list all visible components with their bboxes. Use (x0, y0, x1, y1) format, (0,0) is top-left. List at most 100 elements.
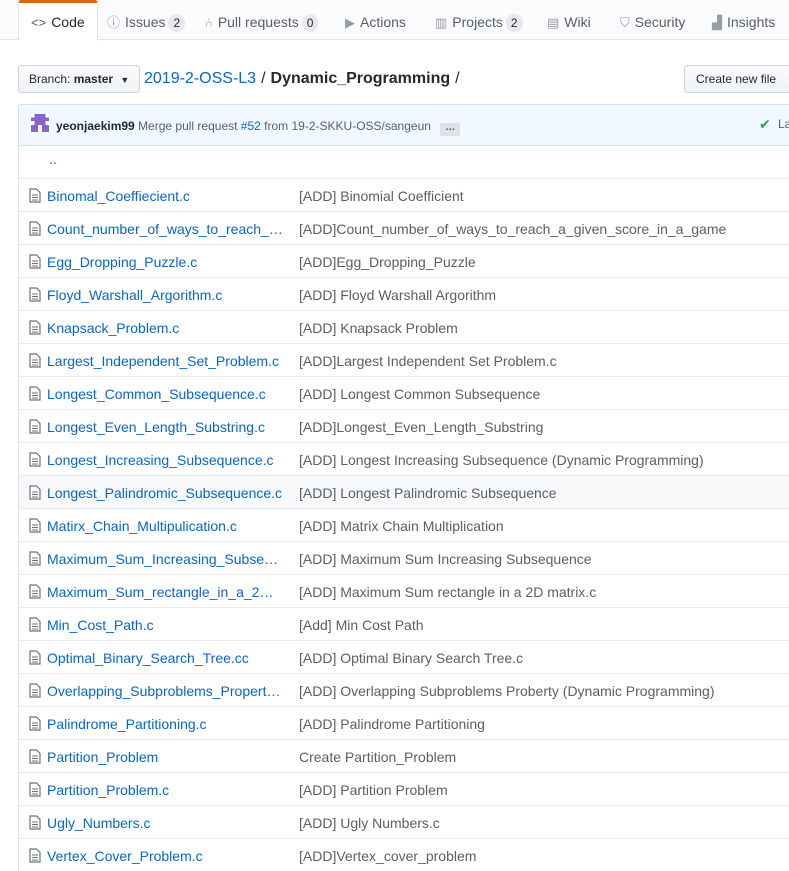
file-row[interactable]: Min_Cost_Path.c [Add] Min Cost Path (19, 607, 789, 640)
commit-message-link[interactable]: [ADD] Matrix Chain Multiplication (299, 517, 504, 535)
commit-message-link[interactable]: [ADD] Knapsack Problem (299, 319, 458, 337)
file-row[interactable]: Maximum_Sum_Increasing_Subsequence.c [ADD… (19, 541, 789, 574)
commit-message-link[interactable]: Create Partition_Problem (299, 748, 456, 766)
commit-message-link[interactable]: [ADD] Longest Increasing Subsequence (Dy… (299, 451, 704, 469)
tab-label: Code (51, 14, 85, 30)
file-name-link[interactable]: Knapsack_Problem.c (47, 319, 283, 337)
commit-message-link[interactable]: [ADD]Longest_Even_Length_Substring (299, 418, 543, 436)
file-name-link[interactable]: Maximum_Sum_Increasing_Subsequence.c (47, 550, 283, 568)
file-list: .. Binomal_Coeffiecient.c [ADD] Binomial … (18, 146, 789, 871)
file-name-link[interactable]: Partition_Problem (47, 748, 283, 766)
graph-icon: ▟ (712, 15, 722, 30)
file-icon (29, 650, 41, 665)
file-row[interactable]: Overlapping_Subproblems_Property.c [ADD] … (19, 673, 789, 706)
file-name-link[interactable]: Overlapping_Subproblems_Property.c (47, 682, 283, 700)
file-row[interactable]: Longest_Palindromic_Subsequence.c [ADD] L… (19, 475, 789, 508)
project-icon: ▥ (435, 15, 448, 30)
file-row[interactable]: Palindrome_Partitioning.c [ADD] Palindrom… (19, 706, 789, 739)
file-row[interactable]: Longest_Increasing_Subsequence.c [ADD] Lo… (19, 442, 789, 475)
file-icon (29, 254, 41, 269)
commit-message-link[interactable]: [Add] Min Cost Path (299, 616, 424, 634)
tab-security[interactable]: ⛉ Security (620, 0, 685, 40)
file-icon (29, 683, 41, 698)
commit-message-link[interactable]: [ADD] Maximum Sum Increasing Subsequence (299, 550, 592, 568)
file-icon (29, 782, 41, 797)
breadcrumb-separator: / (261, 70, 266, 87)
file-row[interactable]: Knapsack_Problem.c [ADD] Knapsack Problem (19, 310, 789, 343)
file-row[interactable]: Longest_Common_Subsequence.c [ADD] Longes… (19, 376, 789, 409)
commit-message-link[interactable]: [ADD] Floyd Warshall Argorithm (299, 286, 496, 304)
file-name-link[interactable]: Partition_Problem.c (47, 781, 283, 799)
parent-directory-row[interactable]: .. (19, 146, 789, 178)
file-name-link[interactable]: Longest_Even_Length_Substring.c (47, 418, 283, 436)
tab-pull-requests[interactable]: ⑃ Pull requests 0 (205, 0, 319, 40)
tab-code[interactable]: <> Code (18, 0, 98, 41)
commit-message-link[interactable]: [ADD] Overlapping Subproblems Proberty (… (299, 682, 714, 700)
file-name-link[interactable]: Floyd_Warshall_Argorithm.c (47, 286, 283, 304)
file-name-link[interactable]: Longest_Increasing_Subsequence.c (47, 451, 283, 469)
commit-message-link[interactable]: [ADD]Largest Independent Set Problem.c (299, 352, 557, 370)
commit-message-link[interactable]: [ADD] Binomial Coefficient (299, 187, 464, 205)
commit-message-link[interactable]: [ADD] Partition Problem (299, 781, 448, 799)
file-row[interactable]: Vertex_Cover_Problem.c [ADD]Vertex_cover_… (19, 838, 789, 871)
file-name-link[interactable]: Min_Cost_Path.c (47, 616, 283, 634)
file-row[interactable]: Largest_Independent_Set_Problem.c [ADD]La… (19, 343, 789, 376)
file-icon (29, 518, 41, 533)
commit-message-link[interactable]: [ADD] Ugly Numbers.c (299, 814, 440, 832)
commit-message-link[interactable]: [ADD] Longest Palindromic Subsequence (299, 484, 557, 502)
file-row[interactable]: Binomal_Coeffiecient.c [ADD] Binomial Coe… (19, 178, 789, 211)
tab-wiki[interactable]: ▤ Wiki (547, 0, 591, 40)
commit-message-link[interactable]: [ADD]Vertex_cover_problem (299, 847, 476, 865)
file-icon (29, 221, 41, 236)
file-name-link[interactable]: Optimal_Binary_Search_Tree.cc (47, 649, 283, 667)
file-name-link[interactable]: Largest_Independent_Set_Problem.c (47, 352, 283, 370)
file-icon (29, 848, 41, 863)
file-row[interactable]: Optimal_Binary_Search_Tree.cc [ADD] Optim… (19, 640, 789, 673)
file-icon (29, 188, 41, 203)
file-name-link[interactable]: Longest_Palindromic_Subsequence.c (47, 484, 283, 502)
file-name-link[interactable]: Longest_Common_Subsequence.c (47, 385, 283, 403)
issues-counter: 2 (168, 14, 186, 32)
file-name-link[interactable]: Vertex_Cover_Problem.c (47, 847, 283, 865)
commit-message-link[interactable]: [ADD] Optimal Binary Search Tree.c (299, 649, 523, 667)
avatar[interactable] (31, 114, 49, 132)
file-name-link[interactable]: Egg_Dropping_Puzzle.c (47, 253, 283, 271)
file-name-link[interactable]: Binomal_Coeffiecient.c (47, 187, 283, 205)
check-icon[interactable]: ✔ (759, 116, 771, 133)
file-row[interactable]: Egg_Dropping_Puzzle.c [ADD]Egg_Dropping_P… (19, 244, 789, 277)
commit-author-link[interactable]: yeonjaekim99 (56, 119, 135, 133)
breadcrumb-repo-link[interactable]: 2019-2-OSS-L3 (144, 70, 256, 87)
file-name-link[interactable]: Count_number_of_ways_to_reach_a_given_sc… (47, 220, 283, 238)
commit-message-link[interactable]: [ADD]Egg_Dropping_Puzzle (299, 253, 476, 271)
commit-message-link[interactable]: [ADD] Maximum Sum rectangle in a 2D matr… (299, 583, 596, 601)
file-icon (29, 386, 41, 401)
file-row[interactable]: Count_number_of_ways_to_reach_a_given_sc… (19, 211, 789, 244)
commit-pr-link[interactable]: #52 (241, 119, 261, 133)
parent-directory-link[interactable]: .. (49, 151, 57, 167)
branch-select-button[interactable]: Branch: master ▼ (18, 65, 141, 93)
file-row[interactable]: Longest_Even_Length_Substring.c [ADD]Long… (19, 409, 789, 442)
file-row[interactable]: Partition_Problem Create Partition_Proble… (19, 739, 789, 772)
tab-label: Wiki (564, 14, 591, 30)
file-row[interactable]: Matirx_Chain_Multipulication.c [ADD] Matr… (19, 508, 789, 541)
file-name-link[interactable]: Palindrome_Partitioning.c (47, 715, 283, 733)
pull-request-icon: ⑃ (205, 15, 213, 30)
file-name-link[interactable]: Ugly_Numbers.c (47, 814, 283, 832)
tab-insights[interactable]: ▟ Insights (712, 0, 775, 40)
tab-issues[interactable]: ⓘ Issues 2 (107, 0, 186, 40)
file-row[interactable]: Ugly_Numbers.c [ADD] Ugly Numbers.c (19, 805, 789, 838)
file-row[interactable]: Floyd_Warshall_Argorithm.c [ADD] Floyd Wa… (19, 277, 789, 310)
tab-projects[interactable]: ▥ Projects 2 (435, 0, 523, 40)
file-icon (29, 452, 41, 467)
tab-actions[interactable]: ▶ Actions (345, 0, 406, 40)
create-new-file-button[interactable]: Create new file (684, 65, 789, 93)
file-name-link[interactable]: Matirx_Chain_Multipulication.c (47, 517, 283, 535)
file-row[interactable]: Maximum_Sum_rectangle_in_a_2D_matrix.c [A… (19, 574, 789, 607)
tab-label: Projects (452, 14, 503, 30)
commit-message-link[interactable]: [ADD]Count_number_of_ways_to_reach_a_giv… (299, 220, 726, 238)
commit-message-link[interactable]: [ADD] Longest Common Subsequence (299, 385, 540, 403)
expand-commit-message-button[interactable]: … (440, 123, 461, 136)
file-name-link[interactable]: Maximum_Sum_rectangle_in_a_2D_matrix.c (47, 583, 283, 601)
file-row[interactable]: Partition_Problem.c [ADD] Partition Probl… (19, 772, 789, 805)
commit-message-link[interactable]: [ADD] Palindrome Partitioning (299, 715, 485, 733)
